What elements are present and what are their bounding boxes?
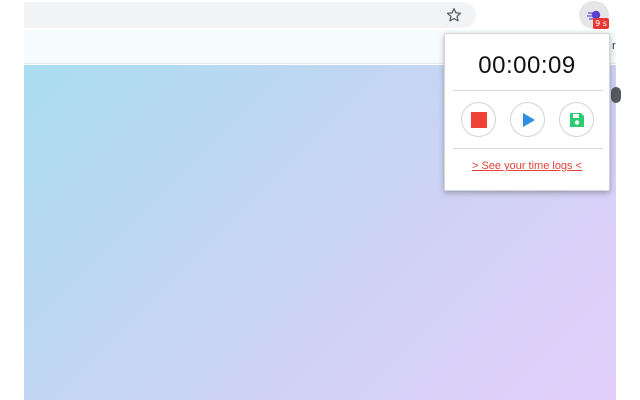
address-bar[interactable] <box>24 2 476 28</box>
browser-toolbar: 9 s <box>24 0 640 30</box>
stop-icon <box>470 111 487 128</box>
extension-badge: 9 s <box>593 18 609 29</box>
floppy-disk-icon <box>569 112 584 127</box>
left-gutter <box>0 0 24 400</box>
divider-bottom <box>453 148 603 149</box>
timer-extension-button[interactable]: 9 s <box>579 1 609 29</box>
play-icon <box>522 112 535 127</box>
stop-button[interactable] <box>461 102 496 137</box>
star-outline-icon <box>446 7 462 22</box>
see-time-logs-link[interactable]: > See your time logs < <box>445 160 609 172</box>
divider-top <box>453 90 603 91</box>
elapsed-timer: 00:00:09 <box>478 52 576 79</box>
timer-popup: 00:00:09 > See your time logs < <box>444 33 610 191</box>
right-edge <box>616 30 640 400</box>
save-button[interactable] <box>559 102 594 137</box>
bookmark-star-button[interactable] <box>442 3 466 27</box>
play-button[interactable] <box>510 102 545 137</box>
scroll-handle[interactable] <box>611 87 621 103</box>
